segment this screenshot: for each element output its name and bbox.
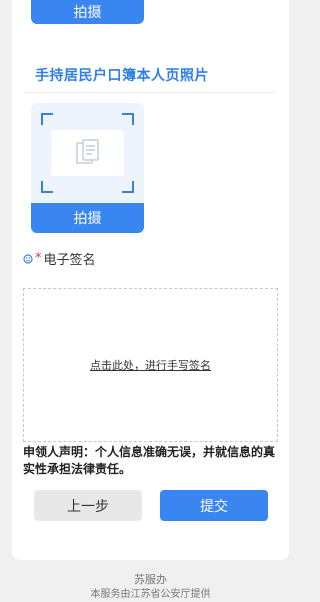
applicant-declaration: 申领人声明：个人信息准确无误，并就信息的真实性承担法律责任。: [23, 445, 276, 476]
signature-prompt-link[interactable]: 点击此处，进行手写签名: [90, 357, 211, 373]
section-title: 手持居民户口簿本人页照片: [35, 68, 209, 84]
frame-corner-icon: [122, 113, 134, 125]
frame-corner-icon: [122, 181, 134, 193]
photo-upload-area[interactable]: [31, 103, 144, 203]
submit-button[interactable]: 提交: [160, 490, 268, 521]
required-mark: *: [35, 251, 42, 266]
frame-corner-icon: [41, 181, 53, 193]
frame-corner-icon: [41, 113, 53, 125]
signature-label: 电子签名: [43, 253, 96, 268]
section-divider: [25, 92, 276, 93]
signature-label-row: * 电子签名: [23, 249, 96, 268]
document-placeholder: [51, 130, 124, 176]
footer-provider: 本服务由江苏省公安厅提供: [90, 589, 211, 600]
document-icon: [75, 139, 99, 164]
shoot-button-previous[interactable]: 拍摄: [31, 0, 144, 24]
shoot-button[interactable]: 拍摄: [31, 203, 144, 233]
signature-pad[interactable]: 点击此处，进行手写签名: [23, 288, 278, 442]
signature-icon: [23, 253, 33, 264]
previous-step-button[interactable]: 上一步: [34, 490, 142, 521]
